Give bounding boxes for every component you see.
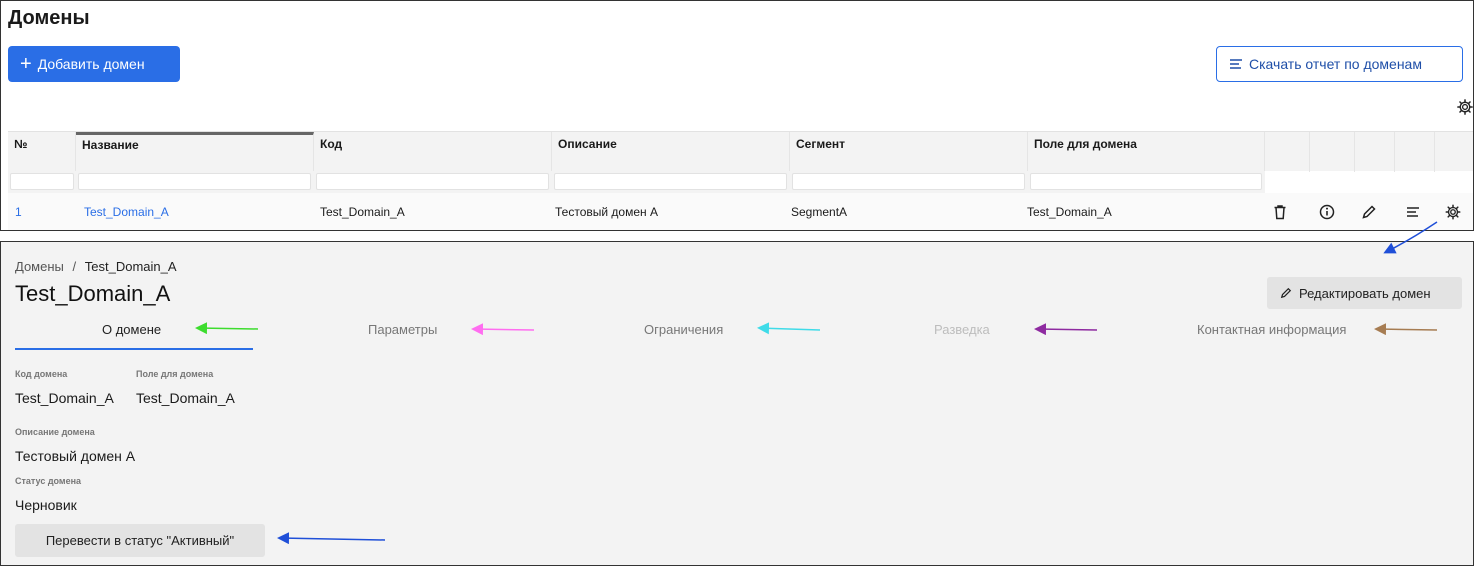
row-description: Тестовый домен А [555,205,658,219]
filter-code-input[interactable] [316,173,549,190]
domain-list-panel: Домены + Добавить домен Скачать отчет по… [0,0,1474,231]
edit-domain-button[interactable]: Редактировать домен [1267,277,1462,309]
page-title: Домены [8,7,90,29]
domains-table: № Название Код Описание Сегмент Поле для… [8,131,1473,230]
active-tab-indicator [15,348,253,350]
column-header-action [1355,132,1395,172]
edit-domain-button-label: Редактировать домен [1299,285,1431,301]
filter-number-input[interactable] [10,173,74,190]
tab-reconnaissance[interactable]: Разведка [934,322,990,337]
add-domain-button[interactable]: + Добавить домен [8,46,180,82]
domain-description-value: Тестовый домен А [15,448,136,464]
activate-status-button[interactable]: Перевести в статус "Активный" [15,524,265,557]
domain-description-label: Описание домена [15,427,95,437]
breadcrumb-current: Test_Domain_A [84,259,177,274]
table-row[interactable]: 1 Test_Domain_A Test_Domain_A Тестовый д… [8,193,1473,230]
breadcrumb-root[interactable]: Домены [15,259,64,274]
domain-field-value: Test_Domain_A [136,390,235,406]
download-report-button-label: Скачать отчет по доменам [1249,56,1422,72]
filter-name-input[interactable] [78,173,311,190]
domain-detail-panel: Домены / Test_Domain_A Test_Domain_A Ред… [0,241,1474,566]
domain-status-label: Статус домена [15,476,82,486]
filter-description-input[interactable] [554,173,787,190]
gear-icon[interactable] [1444,203,1462,221]
column-header-name[interactable]: Название [76,132,314,172]
filter-domain-field-input[interactable] [1030,173,1262,190]
column-header-segment[interactable]: Сегмент [790,132,1028,172]
column-header-domain-field[interactable]: Поле для домена [1028,132,1265,172]
row-segment: SegmentA [791,205,848,219]
row-name-link[interactable]: Test_Domain_A [84,205,169,219]
column-header-number[interactable]: № [8,132,76,172]
domain-field-label: Поле для домена [136,369,214,379]
breadcrumb-separator: / [72,259,77,274]
row-code: Test_Domain_A [320,205,405,219]
column-header-action [1395,132,1435,172]
domain-title: Test_Domain_A [15,281,171,306]
domain-status-value: Черновик [15,497,77,513]
table-header: № Название Код Описание Сегмент Поле для… [8,131,1473,172]
row-number[interactable]: 1 [15,205,22,219]
filter-row [8,171,1265,193]
domain-code-label: Код домена [15,369,68,379]
breadcrumb: Домены / Test_Domain_A [15,259,177,274]
column-header-action [1435,132,1473,172]
tab-parameters[interactable]: Параметры [368,322,437,337]
add-domain-button-label: Добавить домен [37,56,145,72]
column-header-description[interactable]: Описание [552,132,790,172]
info-icon[interactable] [1318,203,1336,221]
column-header-action [1310,132,1355,172]
tab-restrictions[interactable]: Ограничения [644,322,723,337]
column-header-code[interactable]: Код [314,132,552,172]
pencil-icon[interactable] [1360,203,1378,221]
filter-segment-input[interactable] [792,173,1025,190]
tab-about[interactable]: О домене [102,322,161,337]
tab-contact-info[interactable]: Контактная информация [1197,322,1346,337]
plus-icon: + [20,53,32,75]
lines-icon [1230,59,1242,69]
gear-icon[interactable] [1456,98,1474,116]
column-header-action [1265,132,1310,172]
trash-icon[interactable] [1271,203,1289,221]
domain-code-value: Test_Domain_A [15,390,114,406]
download-report-button[interactable]: Скачать отчет по доменам [1216,46,1463,82]
lines-icon[interactable] [1404,203,1422,221]
pencil-icon [1280,287,1292,299]
row-domain-field: Test_Domain_A [1027,205,1112,219]
